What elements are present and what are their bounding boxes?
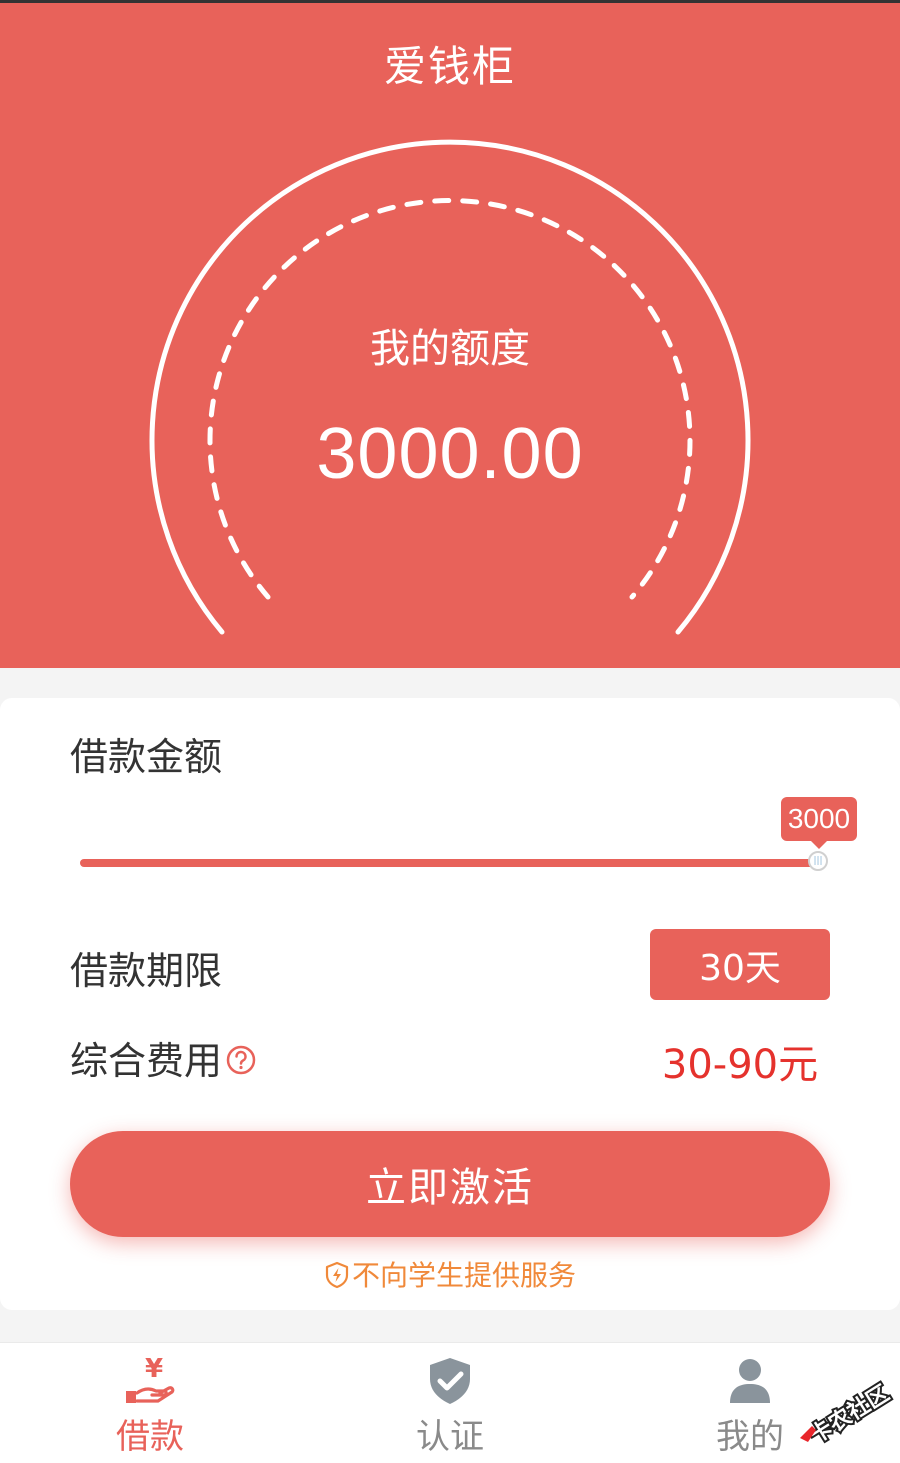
watermark-logo: 卡农社区 [800,1378,896,1451]
quota-label: 我的额度 [370,326,530,372]
shield-bolt-icon [325,1261,349,1289]
student-notice: 不向学生提供服务 [0,1254,900,1294]
term-select-button[interactable]: 30天 [650,929,830,1000]
question-circle-icon[interactable] [226,1045,256,1075]
term-label: 借款期限 [70,949,223,993]
tab-loan[interactable]: ¥ 借款 [50,1343,250,1463]
amount-slider-thumb[interactable]: ||| [808,851,828,871]
svg-text:¥: ¥ [145,1355,163,1384]
amount-slider-track[interactable] [80,859,820,867]
watermark-text: 卡农社区 [805,1380,893,1449]
fee-row: 综合费用 [70,1030,256,1085]
yen-hand-icon: ¥ [126,1355,175,1403]
tab-verify-label: 认证 [416,1417,484,1457]
bottom-tab-bar: ¥ 借款 认证 我的 [0,1342,900,1463]
gauge-inner-dashed-arc [207,198,693,600]
shield-check-icon [430,1358,470,1404]
tab-verify[interactable]: 认证 [350,1343,550,1463]
activate-button[interactable]: 立即激活 [70,1131,830,1237]
loan-card: 借款金额 3000 ||| 借款期限 30天 综合费用 30-90元 立即激活 … [0,698,900,1310]
slider-value-tooltip: 3000 [781,797,857,849]
grip-icon: ||| [813,856,823,866]
fee-value: 30-90元 [661,1042,819,1088]
user-icon [730,1359,770,1403]
credit-header: 爱钱柜 我的额度 3000.00 [0,3,900,668]
fee-label: 综合费用 [70,1039,223,1083]
quota-value: 3000.00 [316,414,584,494]
notice-text: 不向学生提供服务 [351,1259,576,1292]
app-title: 爱钱柜 [383,42,516,91]
tab-loan-label: 借款 [116,1417,184,1457]
amount-label: 借款金额 [70,735,223,779]
